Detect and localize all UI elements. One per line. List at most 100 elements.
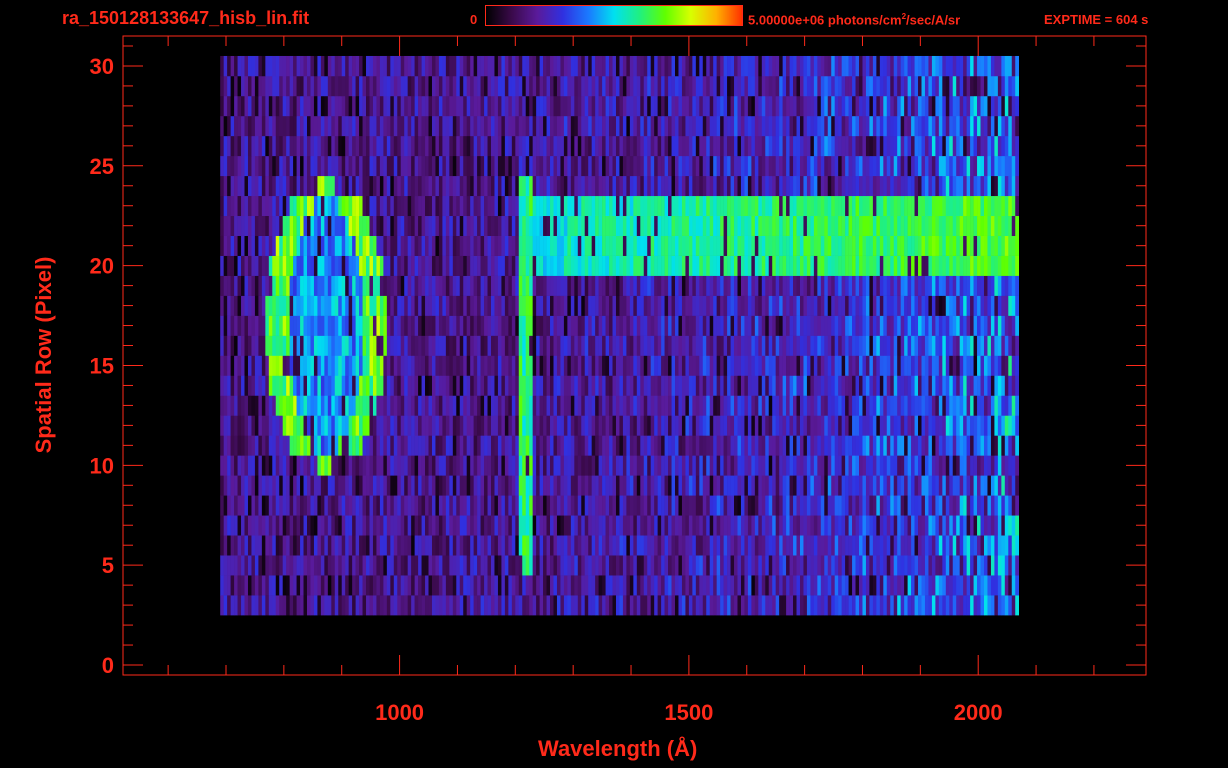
heatmap-cell (970, 575, 974, 596)
heatmap-cell (334, 355, 339, 376)
heatmap-cell (924, 275, 929, 296)
heatmap-cell (560, 175, 565, 197)
heatmap-cell (845, 215, 849, 236)
heatmap-cell (799, 355, 804, 376)
heatmap-cell (438, 455, 443, 476)
heatmap-cell (671, 515, 676, 536)
heatmap-cell (883, 335, 888, 356)
heatmap-cell (980, 435, 985, 456)
heatmap-cell (404, 575, 408, 596)
heatmap-cell (279, 315, 283, 336)
heatmap-cell (383, 315, 388, 336)
heatmap-cell (1004, 515, 1009, 536)
heatmap-cell (536, 215, 540, 236)
heatmap-cell (924, 515, 929, 536)
heatmap-cell (942, 575, 947, 596)
heatmap-cell (803, 495, 808, 516)
heatmap-cell (334, 535, 339, 556)
heatmap-cell (619, 255, 624, 276)
heatmap-cell (1015, 235, 1020, 256)
heatmap-cell (570, 315, 575, 336)
heatmap-cell (657, 235, 662, 256)
heatmap-cell (546, 335, 551, 356)
heatmap-cell (504, 455, 509, 476)
heatmap-cell (904, 195, 908, 217)
heatmap-cell (588, 535, 592, 556)
heatmap-cell (390, 195, 395, 217)
heatmap-cell (695, 395, 700, 416)
heatmap-cell (890, 535, 895, 556)
heatmap-cell (459, 375, 464, 396)
heatmap-cell (563, 535, 568, 556)
heatmap-cell (695, 215, 700, 236)
heatmap-cell (747, 595, 752, 616)
heatmap-cell (577, 295, 582, 316)
heatmap-cell (383, 295, 388, 316)
heatmap-cell (859, 275, 863, 296)
heatmap-cell (806, 215, 811, 236)
heatmap-cell (459, 355, 464, 376)
heatmap-cell (1004, 315, 1009, 336)
heatmap-cell (470, 335, 474, 356)
heatmap-cell (897, 315, 901, 336)
heatmap-cell (293, 515, 297, 536)
heatmap-cell (279, 435, 283, 456)
heatmap-cell (921, 495, 926, 516)
heatmap-cell (817, 495, 822, 516)
heatmap-cell (852, 475, 856, 496)
heatmap-cell (300, 235, 304, 256)
heatmap-cell (393, 495, 398, 516)
heatmap-cell (348, 255, 353, 276)
heatmap-cell (251, 375, 256, 396)
heatmap-cell (615, 275, 620, 296)
heatmap-cell (848, 515, 853, 536)
heatmap-cell (529, 435, 533, 456)
heatmap-cell (699, 275, 704, 296)
heatmap-cell (494, 395, 499, 416)
heatmap-cell (289, 595, 294, 616)
heatmap-cell (678, 475, 683, 496)
heatmap-cell (487, 415, 492, 436)
heatmap-cell (1008, 195, 1013, 217)
heatmap-cell (244, 255, 249, 276)
heatmap-cell (362, 475, 367, 496)
heatmap-cell (852, 315, 856, 336)
heatmap-cell (883, 435, 888, 456)
heatmap-cell (709, 495, 714, 516)
heatmap-cell (904, 595, 908, 616)
heatmap-cell (945, 455, 950, 476)
heatmap-cell (418, 515, 422, 536)
heatmap-cell (709, 515, 714, 536)
heatmap-cell (803, 375, 808, 396)
heatmap-cell (796, 475, 801, 496)
heatmap-cell (296, 235, 301, 256)
heatmap-cell (737, 395, 742, 416)
heatmap-cell (852, 215, 856, 236)
heatmap-cell (258, 455, 263, 476)
heatmap-cell (900, 455, 905, 476)
heatmap-cell (310, 575, 315, 596)
heatmap-cell (865, 195, 870, 217)
heatmap-cell (664, 515, 669, 536)
heatmap-cell (324, 475, 329, 496)
heatmap-cell (456, 275, 461, 296)
heatmap-cell (522, 495, 527, 516)
heatmap-cell (477, 335, 481, 356)
heatmap-cell (529, 315, 533, 336)
heatmap-cell (862, 475, 867, 496)
heatmap-cell (754, 255, 759, 276)
heatmap-cell (556, 475, 561, 496)
heatmap-cell (699, 315, 704, 336)
heatmap-cell (588, 575, 592, 596)
heatmap-cell (234, 495, 238, 516)
heatmap-cell (293, 595, 297, 616)
heatmap-cell (303, 495, 308, 516)
heatmap-cell (227, 315, 231, 336)
heatmap-cell (678, 375, 683, 396)
heatmap-cell (820, 195, 825, 217)
heatmap-cell (970, 495, 974, 516)
heatmap-cell (386, 555, 391, 576)
heatmap-cell (327, 195, 332, 217)
heatmap-cell (570, 575, 575, 596)
heatmap-cell (230, 375, 235, 396)
